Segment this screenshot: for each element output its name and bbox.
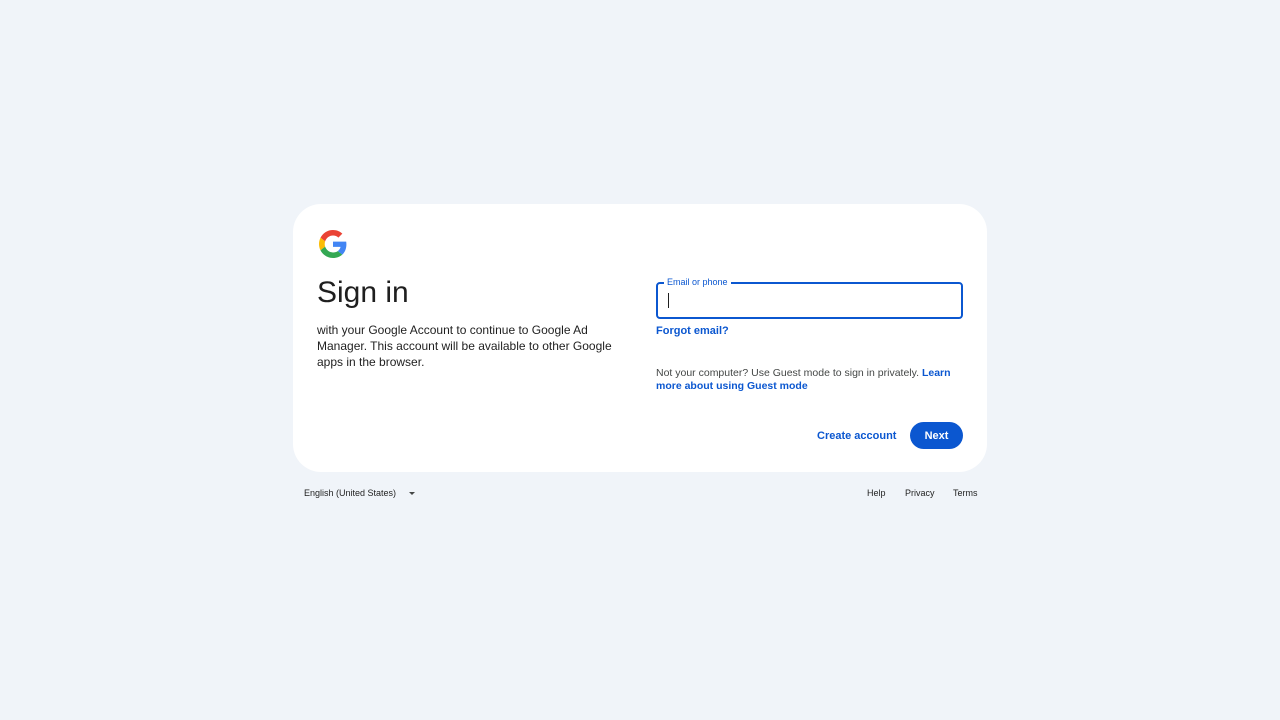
footer: English (United States) Help Privacy Ter…	[293, 484, 987, 504]
page-subtitle: with your Google Account to continue to …	[317, 323, 612, 369]
text-caret	[668, 293, 669, 308]
privacy-link[interactable]: Privacy	[905, 488, 935, 498]
page-title: Sign in	[317, 276, 409, 309]
email-field-container: Email or phone	[656, 276, 963, 319]
google-g-icon	[319, 230, 347, 258]
language-selector[interactable]: English (United States)	[304, 488, 396, 498]
signin-card: Sign in with your Google Account to cont…	[293, 204, 987, 472]
dropdown-arrow-icon[interactable]	[409, 492, 415, 495]
create-account-button[interactable]: Create account	[805, 422, 908, 449]
guest-mode-text: Not your computer? Use Guest mode to sig…	[656, 367, 922, 379]
guest-mode-notice: Not your computer? Use Guest mode to sig…	[656, 367, 956, 393]
help-link[interactable]: Help	[867, 488, 886, 498]
forgot-email-link[interactable]: Forgot email?	[656, 325, 729, 337]
terms-link[interactable]: Terms	[953, 488, 978, 498]
next-button[interactable]: Next	[910, 422, 963, 449]
email-field[interactable]	[658, 284, 961, 317]
